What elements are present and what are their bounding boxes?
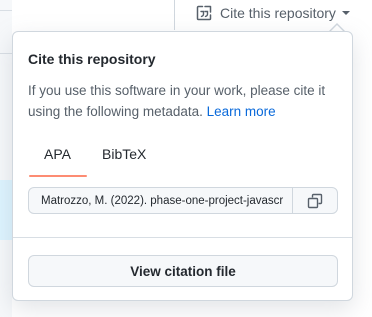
chevron-down-icon [341, 11, 350, 15]
view-citation-file-button[interactable]: View citation file [28, 255, 338, 287]
cite-trigger-label: Cite this repository [220, 5, 336, 21]
background-divider [0, 10, 12, 11]
selected-tab-indicator [29, 175, 87, 177]
background-divider [174, 0, 175, 30]
popover-title: Cite this repository [28, 51, 156, 67]
cite-popover: Cite this repository If you use this sof… [12, 31, 353, 301]
citation-field [28, 187, 338, 214]
copy-icon [307, 193, 323, 208]
background-sidebar [0, 0, 12, 317]
citation-input[interactable] [29, 188, 292, 213]
description-text: If you use this software in your work, p… [28, 83, 326, 119]
tab-apa[interactable]: APA [44, 146, 71, 162]
popover-description: If you use this software in your work, p… [28, 80, 340, 122]
background-divider [0, 53, 12, 54]
background-highlight [0, 180, 12, 240]
quote-square-icon [196, 5, 212, 21]
copy-citation-button[interactable] [292, 188, 337, 213]
popover-divider [13, 237, 352, 238]
learn-more-link[interactable]: Learn more [207, 104, 276, 119]
tab-bibtex[interactable]: BibTeX [102, 146, 146, 162]
cite-repository-trigger[interactable]: Cite this repository [196, 3, 350, 23]
